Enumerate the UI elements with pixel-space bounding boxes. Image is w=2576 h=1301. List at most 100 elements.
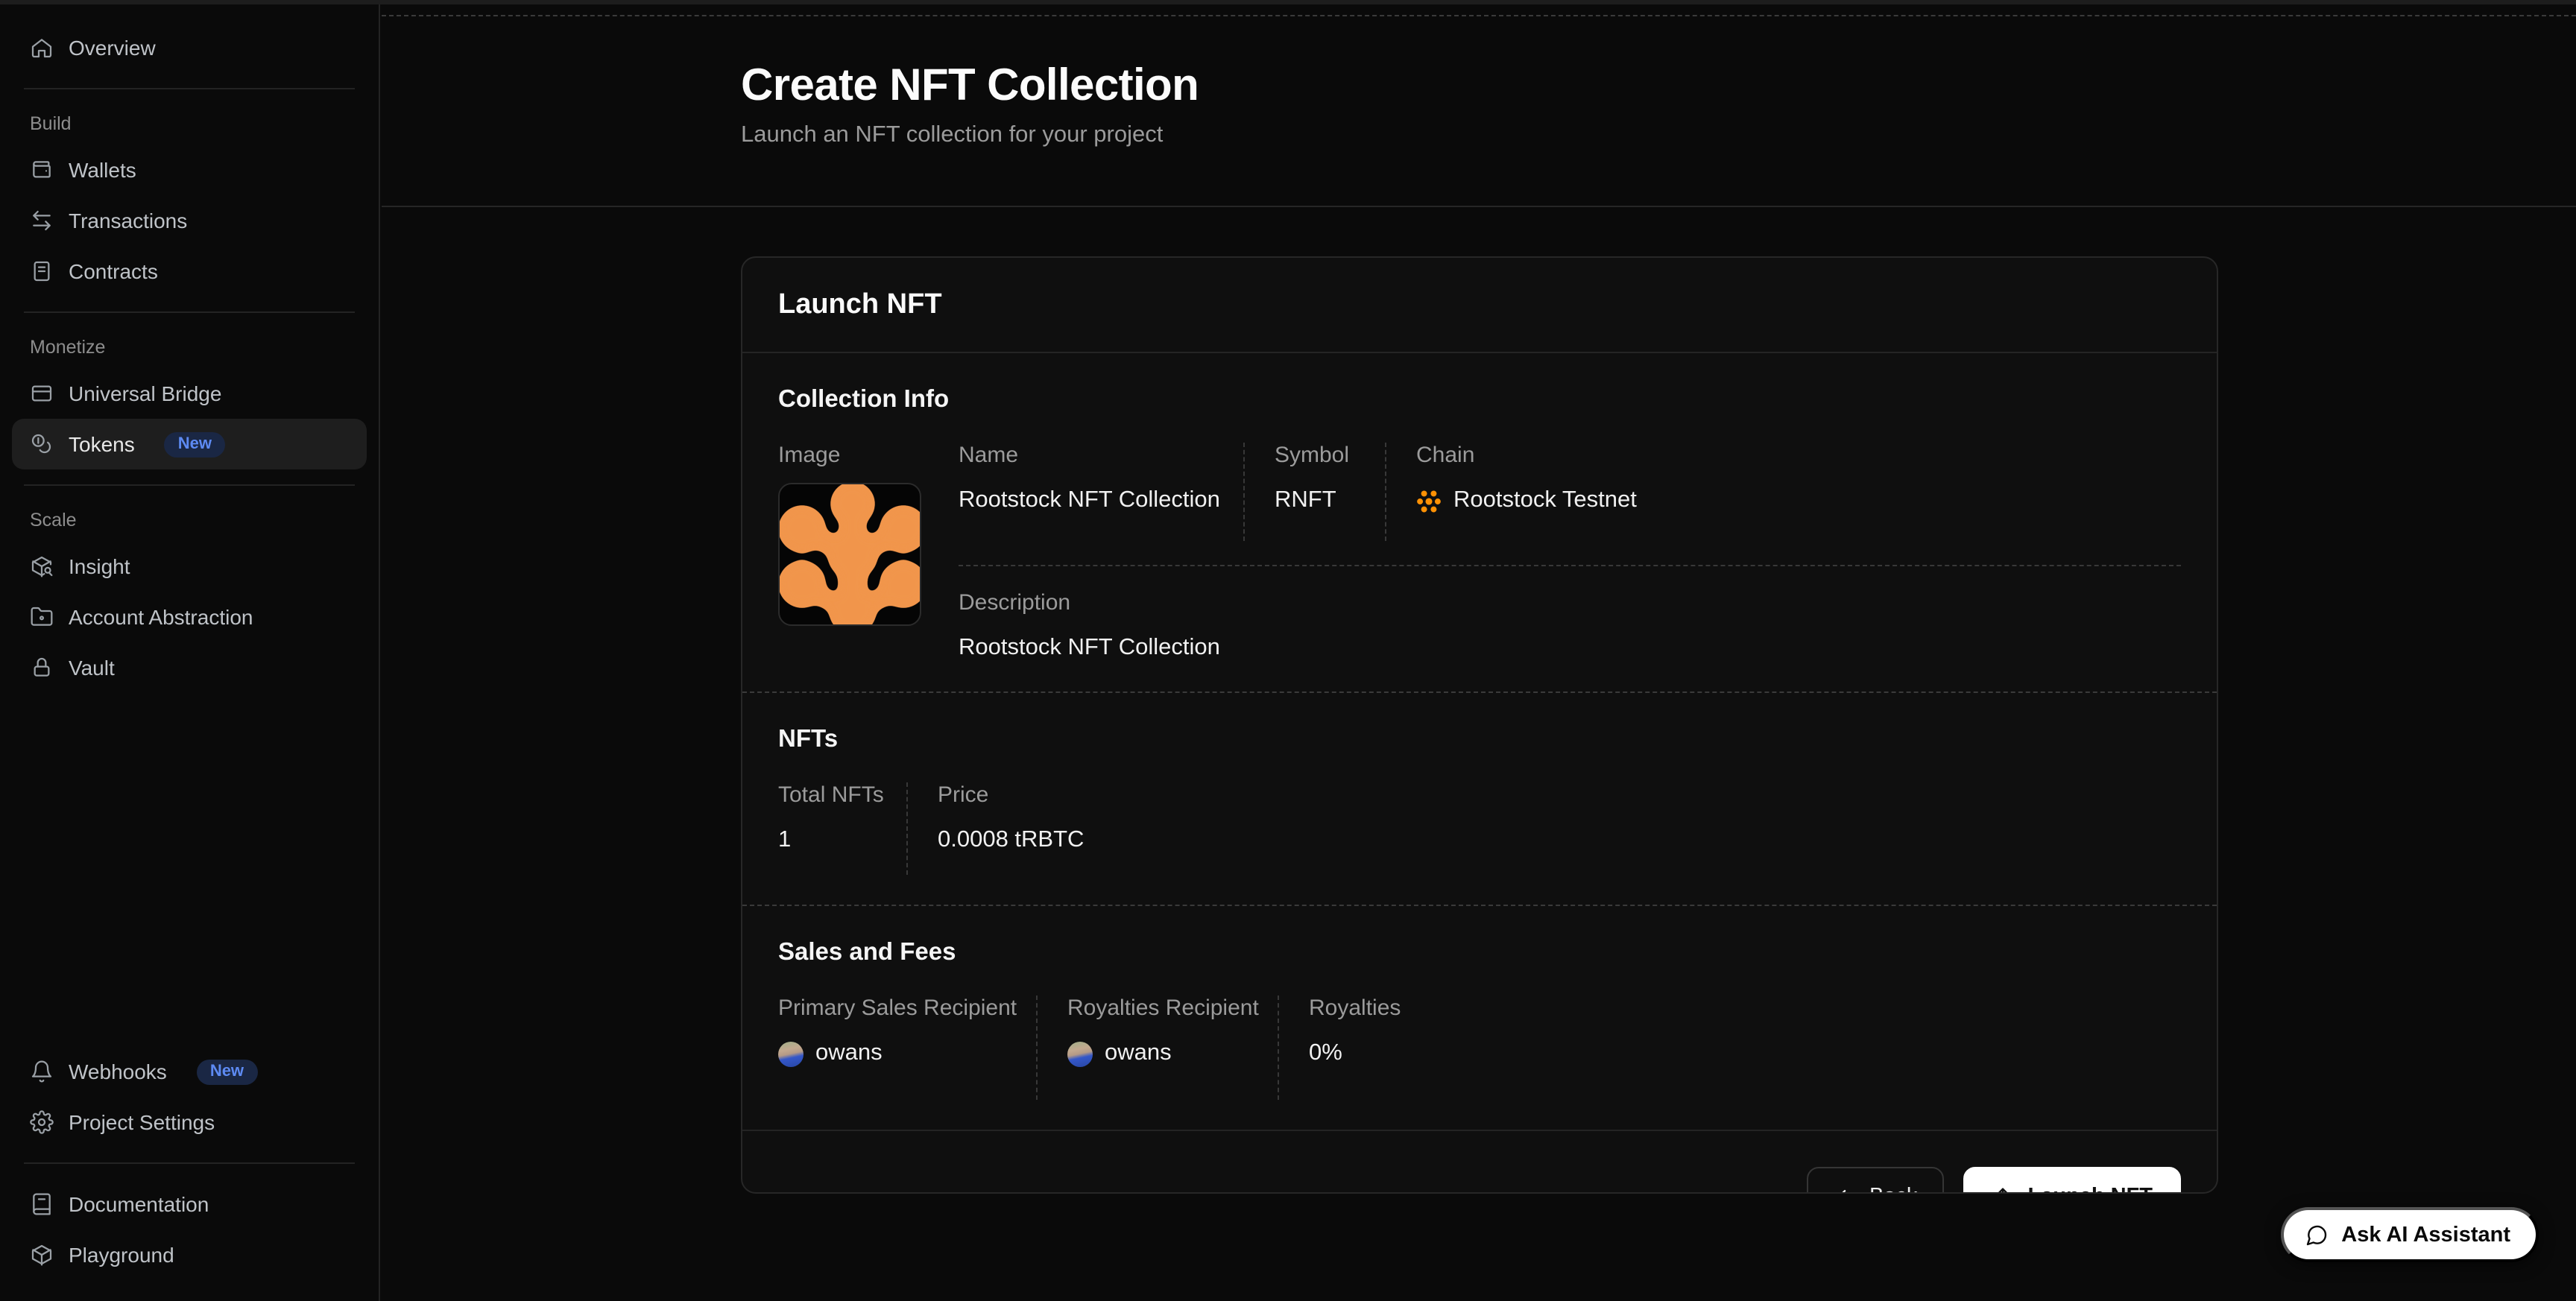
- sidebar-item-playground[interactable]: Playground: [12, 1229, 367, 1280]
- sidebar-item-account-abstraction[interactable]: Account Abstraction: [12, 592, 367, 642]
- ask-ai-assistant-label: Ask AI Assistant: [2341, 1223, 2510, 1247]
- sidebar-item-universal-bridge[interactable]: Universal Bridge: [12, 368, 367, 419]
- primary-sales-recipient-field: Primary Sales Recipient owans: [778, 995, 1036, 1100]
- sidebar-item-overview[interactable]: Overview: [12, 22, 367, 73]
- description-label: Description: [959, 590, 2181, 615]
- folder-dot-icon: [30, 605, 54, 629]
- sidebar-section-build: Build: [12, 104, 367, 145]
- sidebar-item-label: Vault: [69, 656, 115, 680]
- back-button[interactable]: Back: [1807, 1167, 1945, 1194]
- page-header: Create NFT Collection Launch an NFT coll…: [382, 16, 2576, 207]
- sidebar-spacer: [12, 693, 367, 1046]
- book-icon: [30, 1192, 54, 1216]
- sales-fees-section: Sales and Fees Primary Sales Recipient o…: [742, 905, 2217, 1130]
- avatar: [1067, 1041, 1093, 1066]
- sidebar-item-label: Insight: [69, 554, 130, 578]
- main-content: Create NFT Collection Launch an NFT coll…: [382, 4, 2576, 1301]
- bell-icon: [30, 1060, 54, 1083]
- symbol-label: Symbol: [1275, 443, 1385, 468]
- chain-field: Chain Rootstock: [1386, 443, 2181, 541]
- card-header: Launch NFT: [742, 258, 2217, 353]
- sidebar-section-scale: Scale: [12, 501, 367, 541]
- sidebar-item-tokens[interactable]: Tokens New: [12, 419, 367, 469]
- sidebar-item-webhooks[interactable]: Webhooks New: [12, 1046, 367, 1097]
- primary-sales-recipient-value: owans: [815, 1040, 883, 1067]
- chain-label: Chain: [1416, 443, 2181, 468]
- launch-nft-card: Launch NFT Collection Info Image: [741, 256, 2218, 1194]
- back-button-label: Back: [1869, 1185, 1918, 1194]
- nfts-heading: NFTs: [778, 726, 2181, 754]
- sidebar-item-vault[interactable]: Vault: [12, 642, 367, 693]
- sidebar-divider: [24, 484, 355, 486]
- sidebar-item-label: Project Settings: [69, 1110, 215, 1134]
- primary-sales-recipient-label: Primary Sales Recipient: [778, 995, 1036, 1021]
- name-field: Name Rootstock NFT Collection: [959, 443, 1243, 541]
- sidebar-item-transactions[interactable]: Transactions: [12, 195, 367, 246]
- royalties-recipient-label: Royalties Recipient: [1067, 995, 1278, 1021]
- arrow-left-icon: [1834, 1186, 1856, 1194]
- window-top-strip: [0, 0, 2576, 4]
- rootstock-chain-icon: [1416, 488, 1442, 513]
- launch-nft-button[interactable]: Launch NFT: [1963, 1167, 2181, 1194]
- sidebar-item-label: Wallets: [69, 158, 136, 182]
- page-title: Create NFT Collection: [741, 61, 2576, 112]
- royalties-value: 0%: [1309, 1040, 1401, 1067]
- card-footer: Back Launch NFT: [742, 1130, 2217, 1194]
- chain-value: Rootstock Testnet: [1453, 487, 1637, 514]
- sidebar-item-label: Documentation: [69, 1192, 209, 1216]
- page-subtitle: Launch an NFT collection for your projec…: [741, 122, 2576, 149]
- arrows-left-right-icon: [30, 209, 54, 232]
- collection-image: [778, 483, 921, 626]
- sidebar-item-label: Playground: [69, 1243, 174, 1267]
- total-nfts-field: Total NFTs 1: [778, 782, 906, 875]
- total-nfts-value: 1: [778, 827, 906, 854]
- collection-image-column: Image: [778, 443, 959, 662]
- sidebar-item-label: Contracts: [69, 259, 158, 283]
- gear-icon: [30, 1110, 54, 1134]
- sidebar-item-wallets[interactable]: Wallets: [12, 145, 367, 195]
- sales-fees-heading: Sales and Fees: [778, 939, 2181, 967]
- sidebar-divider: [24, 88, 355, 89]
- sidebar-item-project-settings[interactable]: Project Settings: [12, 1097, 367, 1148]
- sidebar-item-label: Account Abstraction: [69, 605, 253, 629]
- sidebar-divider: [24, 1162, 355, 1164]
- new-badge: New: [165, 431, 225, 457]
- sidebar-divider: [24, 311, 355, 313]
- collection-image-art: [780, 484, 921, 626]
- ask-ai-assistant-button[interactable]: Ask AI Assistant: [2280, 1207, 2539, 1262]
- avatar: [778, 1041, 804, 1066]
- coins-icon: [30, 432, 54, 456]
- symbol-field: Symbol RNFT: [1245, 443, 1385, 541]
- sidebar-item-documentation[interactable]: Documentation: [12, 1179, 367, 1229]
- home-icon: [30, 36, 54, 60]
- lock-icon: [30, 656, 54, 680]
- sidebar-item-label: Tokens: [69, 432, 135, 456]
- symbol-value: RNFT: [1275, 487, 1385, 514]
- upload-icon: [1992, 1186, 2014, 1194]
- collection-info-section: Collection Info Image: [742, 353, 2217, 691]
- sidebar-item-insight[interactable]: Insight: [12, 541, 367, 592]
- credit-card-icon: [30, 382, 54, 405]
- name-label: Name: [959, 443, 1243, 468]
- sidebar-item-label: Transactions: [69, 209, 187, 232]
- wallet-icon: [30, 158, 54, 182]
- launch-nft-button-label: Launch NFT: [2027, 1185, 2153, 1194]
- price-label: Price: [938, 782, 1084, 808]
- app-viewport: Overview Build Wallets Transactions Cont…: [0, 0, 2576, 1301]
- sidebar-item-label: Overview: [69, 36, 156, 60]
- royalties-label: Royalties: [1309, 995, 1401, 1021]
- box-search-icon: [30, 554, 54, 578]
- collection-info-heading: Collection Info: [778, 386, 2181, 414]
- price-value: 0.0008 tRBTC: [938, 827, 1084, 854]
- royalties-recipient-value: owans: [1105, 1040, 1172, 1067]
- total-nfts-label: Total NFTs: [778, 782, 906, 808]
- contract-icon: [30, 259, 54, 283]
- royalties-field: Royalties 0%: [1279, 995, 1401, 1100]
- sidebar-item-contracts[interactable]: Contracts: [12, 246, 367, 297]
- sidebar-item-label: Webhooks: [69, 1060, 167, 1083]
- image-label: Image: [778, 443, 959, 468]
- name-value: Rootstock NFT Collection: [959, 487, 1243, 514]
- sidebar: Overview Build Wallets Transactions Cont…: [0, 4, 380, 1301]
- price-field: Price 0.0008 tRBTC: [908, 782, 1084, 875]
- description-value: Rootstock NFT Collection: [959, 635, 2181, 662]
